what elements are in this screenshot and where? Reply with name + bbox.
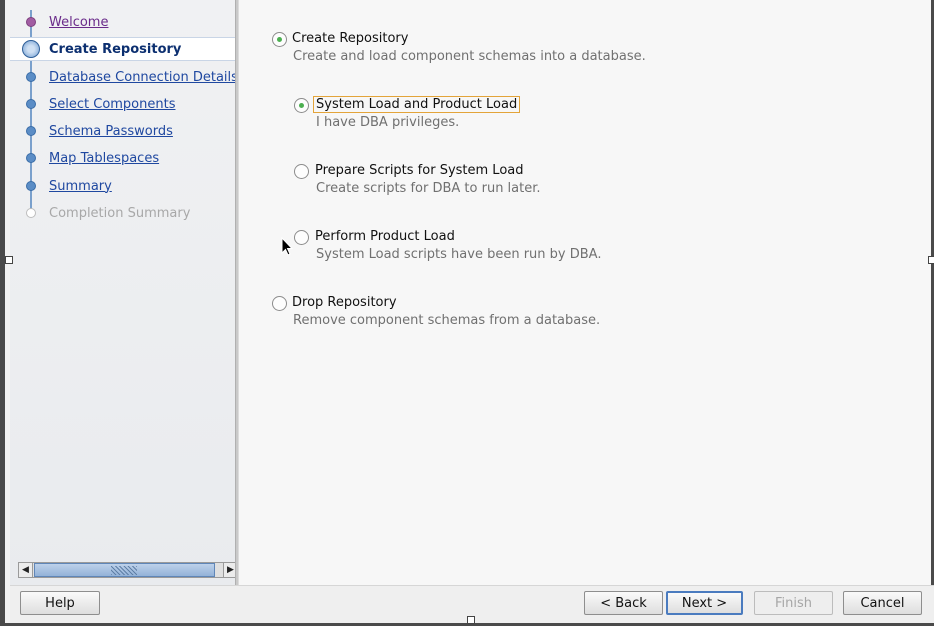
nav-item-summary[interactable]: Summary (10, 174, 235, 198)
nav-item-label: Completion Summary (49, 205, 191, 221)
step-icon (26, 153, 36, 163)
step-icon (26, 126, 36, 136)
nav-item-label[interactable]: Database Connection Details (49, 70, 235, 85)
system-load-product-load-description: I have DBA privileges. (316, 115, 460, 130)
step-visited-icon (26, 17, 36, 27)
perform-product-load-description: System Load scripts have been run by DBA… (316, 247, 602, 262)
resize-handle-right[interactable] (928, 256, 934, 264)
main-panel: Create Repository Create and load compon… (239, 0, 931, 585)
create-repository-description: Create and load component schemas into a… (293, 49, 646, 64)
step-icon (26, 181, 36, 191)
nav-item-label[interactable]: Summary (49, 179, 112, 194)
nav-item-create-repository[interactable]: Create Repository (10, 37, 235, 61)
resize-handle-left[interactable] (5, 256, 13, 264)
nav-item-label[interactable]: Schema Passwords (49, 124, 173, 139)
nav-item-label: Create Repository (49, 41, 182, 57)
drop-repository-label[interactable]: Drop Repository (292, 295, 397, 310)
resize-handle-bottom[interactable] (467, 616, 475, 624)
nav-item-database-connection-details[interactable]: Database Connection Details (10, 65, 235, 89)
nav-item-map-tablespaces[interactable]: Map Tablespaces (10, 146, 235, 170)
scrollbar-thumb[interactable] (34, 563, 215, 577)
wizard-navigation: Welcome Create Repository Database Conne… (10, 0, 235, 585)
nav-item-schema-passwords[interactable]: Schema Passwords (10, 119, 235, 143)
nav-item-select-components[interactable]: Select Components (10, 92, 235, 116)
prepare-scripts-radio[interactable] (294, 164, 309, 179)
step-icon (26, 72, 36, 82)
nav-item-label[interactable]: Select Components (49, 97, 175, 112)
system-load-product-load-label[interactable]: System Load and Product Load (313, 96, 521, 113)
drop-repository-description: Remove component schemas from a database… (293, 313, 601, 328)
back-button[interactable]: < Back (584, 591, 663, 615)
drop-repository-radio[interactable] (272, 296, 287, 311)
prepare-scripts-description: Create scripts for DBA to run later. (316, 181, 541, 196)
scroll-right-arrow-icon[interactable]: ▶ (223, 563, 235, 577)
nav-item-completion-summary: Completion Summary (10, 201, 235, 225)
create-repository-label[interactable]: Create Repository (292, 31, 408, 46)
perform-product-load-radio[interactable] (294, 230, 309, 245)
step-icon (26, 99, 36, 109)
scroll-left-arrow-icon[interactable]: ◀ (19, 563, 33, 577)
next-button[interactable]: Next > (666, 591, 743, 615)
sidebar-horizontal-scrollbar[interactable]: ◀ ▶ (18, 562, 235, 578)
create-repository-radio[interactable] (272, 32, 287, 47)
step-pending-icon (26, 208, 36, 218)
step-current-icon (22, 40, 40, 58)
prepare-scripts-label[interactable]: Prepare Scripts for System Load (315, 163, 524, 178)
nav-item-label[interactable]: Welcome (49, 15, 108, 30)
nav-item-label[interactable]: Map Tablespaces (49, 151, 159, 166)
nav-item-welcome[interactable]: Welcome (10, 10, 235, 34)
mouse-pointer-icon (281, 237, 293, 256)
finish-button: Finish (754, 591, 833, 615)
help-button[interactable]: Help (20, 591, 100, 615)
system-load-product-load-radio[interactable] (294, 98, 309, 113)
cancel-button[interactable]: Cancel (843, 591, 922, 615)
perform-product-load-label[interactable]: Perform Product Load (315, 229, 455, 244)
installer-window: Welcome Create Repository Database Conne… (0, 0, 934, 626)
grip-icon (111, 566, 137, 575)
